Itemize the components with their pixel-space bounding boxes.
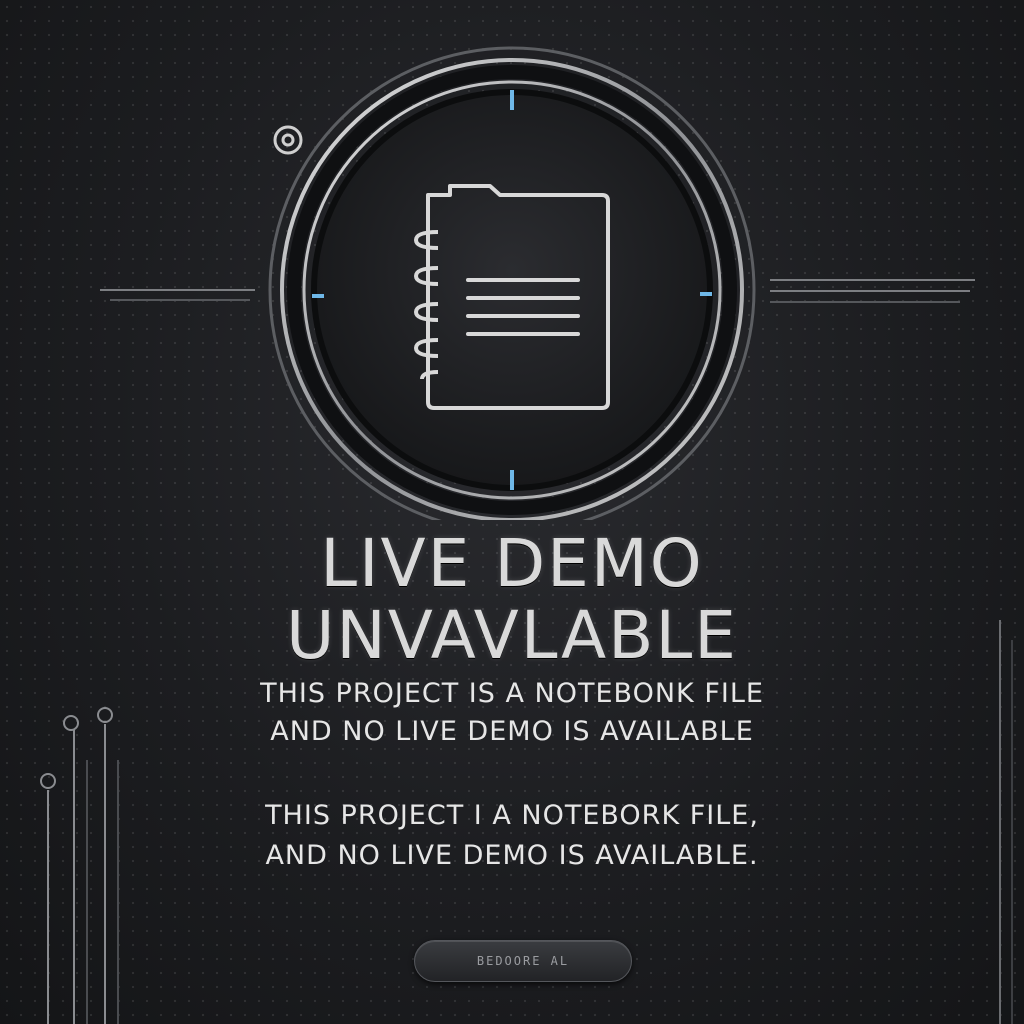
message-secondary-line-1: THIS PROJECT I A NOTEBORK FILE, — [265, 800, 759, 831]
message-primary-line-1: THIS PROJECT IS A NOTEBONK FILE — [260, 678, 764, 709]
message-secondary-line-2: AND NO LIVE DEMO IS AVAILABLE. — [265, 840, 759, 871]
copyright-icon — [273, 125, 303, 155]
unavailable-page: LIVE DEMO UNVAVLABLE THIS PROJECT IS A N… — [0, 0, 1024, 1024]
headline-line-2: UNVAVLABLE — [286, 597, 738, 674]
message-primary-line-2: AND NO LIVE DEMO IS AVAILABLE — [270, 716, 754, 747]
notebook-emblem — [100, 46, 975, 520]
headline-line-1: LIVE DEMO — [320, 525, 704, 602]
action-button[interactable]: BEDOORE AL — [414, 940, 632, 982]
